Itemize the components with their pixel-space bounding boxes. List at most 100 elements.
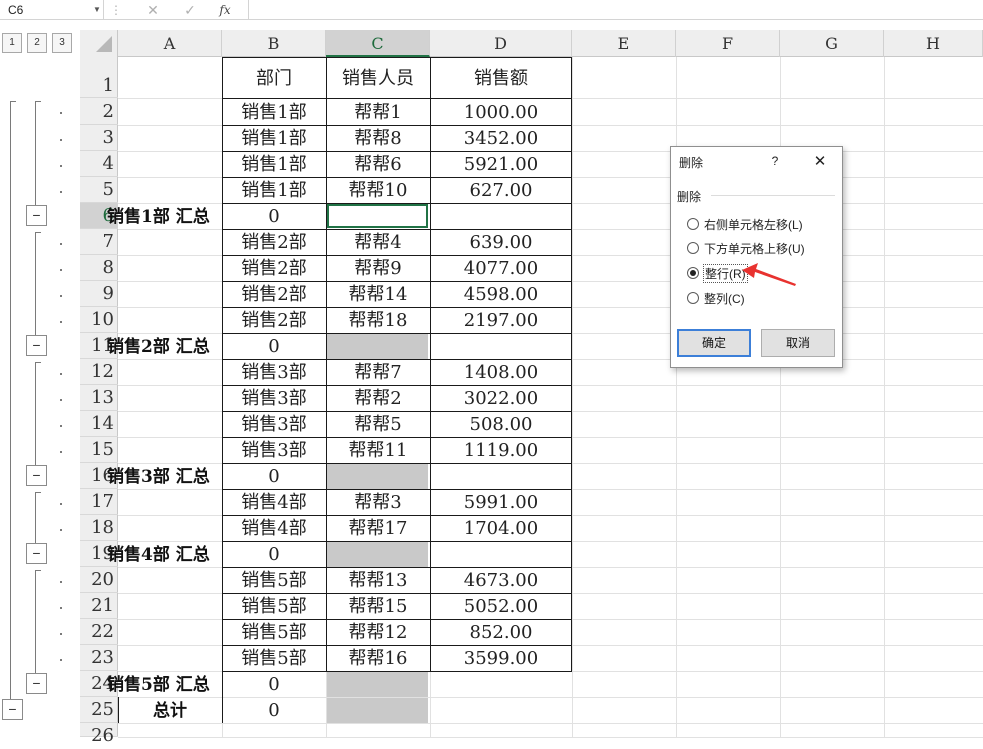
cell-c25[interactable]	[326, 697, 430, 723]
cell-b17[interactable]: 销售4部	[222, 489, 326, 515]
cell-d8[interactable]: 4077.00	[430, 255, 572, 281]
cell-c19[interactable]	[326, 541, 430, 567]
cell-b20[interactable]: 销售5部	[222, 567, 326, 593]
outline-level-2-button[interactable]: 2	[27, 33, 47, 53]
cell-b12[interactable]: 销售3部	[222, 359, 326, 385]
cell-b14[interactable]: 销售3部	[222, 411, 326, 437]
cell-c5[interactable]: 帮帮10	[326, 177, 430, 203]
cell-d10[interactable]: 2197.00	[430, 307, 572, 333]
cell-b3[interactable]: 销售1部	[222, 125, 326, 151]
cell-c13[interactable]: 帮帮2	[326, 385, 430, 411]
row-header-20[interactable]: 20	[80, 567, 118, 593]
cell-b15[interactable]: 销售3部	[222, 437, 326, 463]
cell-c7[interactable]: 帮帮4	[326, 229, 430, 255]
cell-c11[interactable]	[326, 333, 430, 359]
cell-c21[interactable]: 帮帮15	[326, 593, 430, 619]
cell-b9[interactable]: 销售2部	[222, 281, 326, 307]
grand-total-label[interactable]: 总计	[118, 697, 222, 723]
collapse-group-11-icon[interactable]: −	[26, 335, 47, 356]
subtotal-label[interactable]: 销售4部 汇总	[107, 541, 222, 567]
cell-c9[interactable]: 帮帮14	[326, 281, 430, 307]
cell-c22[interactable]: 帮帮12	[326, 619, 430, 645]
collapse-group-24-icon[interactable]: −	[26, 673, 47, 694]
cell-b2[interactable]: 销售1部	[222, 98, 326, 125]
column-header-g[interactable]: G	[780, 30, 884, 57]
cell-c16[interactable]	[326, 463, 430, 489]
cell-c2[interactable]: 帮帮1	[326, 98, 430, 125]
cell-d3[interactable]: 3452.00	[430, 125, 572, 151]
cell-b10[interactable]: 销售2部	[222, 307, 326, 333]
cell-c14[interactable]: 帮帮5	[326, 411, 430, 437]
row-header-14[interactable]: 14	[80, 411, 118, 437]
radio-entire-column[interactable]	[687, 292, 699, 304]
cell-d13[interactable]: 3022.00	[430, 385, 572, 411]
row-header-5[interactable]: 5	[80, 177, 118, 203]
cell-c15[interactable]: 帮帮11	[326, 437, 430, 463]
cell-d12[interactable]: 1408.00	[430, 359, 572, 385]
active-cell-c6[interactable]	[327, 204, 428, 228]
row-header-3[interactable]: 3	[80, 125, 118, 151]
cell-c1[interactable]: 销售人员	[326, 57, 430, 98]
cell-d18[interactable]: 1704.00	[430, 515, 572, 541]
row-header-7[interactable]: 7	[80, 229, 118, 255]
name-box-dropdown-icon[interactable]: ▼	[90, 0, 104, 20]
column-header-a[interactable]: A	[118, 30, 222, 57]
cell-d1[interactable]: 销售额	[430, 57, 572, 98]
cell-c8[interactable]: 帮帮9	[326, 255, 430, 281]
subtotal-label[interactable]: 销售1部 汇总	[107, 203, 222, 229]
column-header-d[interactable]: D	[430, 30, 572, 57]
row-header-13[interactable]: 13	[80, 385, 118, 411]
cell-c18[interactable]: 帮帮17	[326, 515, 430, 541]
cell-b11[interactable]: 0	[222, 333, 326, 359]
cell-b25[interactable]: 0	[222, 697, 326, 723]
collapse-all-icon[interactable]: −	[2, 699, 23, 720]
row-header-17[interactable]: 17	[80, 489, 118, 515]
cell-b7[interactable]: 销售2部	[222, 229, 326, 255]
row-header-2[interactable]: 2	[80, 98, 118, 125]
cell-b19[interactable]: 0	[222, 541, 326, 567]
column-header-c[interactable]: C	[326, 30, 430, 57]
subtotal-label[interactable]: 销售5部 汇总	[107, 671, 222, 697]
row-header-25[interactable]: 25	[80, 697, 118, 723]
cell-b23[interactable]: 销售5部	[222, 645, 326, 671]
cell-b18[interactable]: 销售4部	[222, 515, 326, 541]
cell-d23[interactable]: 3599.00	[430, 645, 572, 671]
cell-c17[interactable]: 帮帮3	[326, 489, 430, 515]
column-header-f[interactable]: F	[676, 30, 780, 57]
close-icon[interactable]: ✕	[811, 152, 829, 170]
outline-level-1-button[interactable]: 1	[2, 33, 22, 53]
collapse-group-19-icon[interactable]: −	[26, 543, 47, 564]
cell-c24[interactable]	[326, 671, 430, 697]
cell-b21[interactable]: 销售5部	[222, 593, 326, 619]
column-header-e[interactable]: E	[572, 30, 676, 57]
ok-button[interactable]: 确定	[677, 329, 751, 357]
name-box[interactable]: C6	[0, 0, 104, 20]
radio-shift-left-label[interactable]: 右侧单元格左移(L)	[704, 216, 803, 233]
collapse-group-16-icon[interactable]: −	[26, 465, 47, 486]
confirm-entry-icon[interactable]: ✓	[177, 0, 203, 20]
cell-d2[interactable]: 1000.00	[430, 98, 572, 125]
radio-shift-up[interactable]	[687, 242, 699, 254]
cell-d5[interactable]: 627.00	[430, 177, 572, 203]
column-header-b[interactable]: B	[222, 30, 326, 57]
cell-b8[interactable]: 销售2部	[222, 255, 326, 281]
cell-d24[interactable]	[430, 671, 572, 697]
row-header-4[interactable]: 4	[80, 151, 118, 177]
row-header-8[interactable]: 8	[80, 255, 118, 281]
cell-d17[interactable]: 5991.00	[430, 489, 572, 515]
cell-d6[interactable]	[430, 203, 572, 229]
cell-d22[interactable]: 852.00	[430, 619, 572, 645]
formula-input[interactable]	[248, 0, 983, 20]
row-header-1[interactable]: 1	[80, 57, 118, 98]
help-icon[interactable]: ?	[769, 154, 781, 168]
cell-c10[interactable]: 帮帮18	[326, 307, 430, 333]
cell-d25[interactable]	[430, 697, 572, 723]
cell-b5[interactable]: 销售1部	[222, 177, 326, 203]
cell-c3[interactable]: 帮帮8	[326, 125, 430, 151]
row-header-23[interactable]: 23	[80, 645, 118, 671]
radio-entire-row[interactable]	[687, 267, 699, 279]
column-header-h[interactable]: H	[884, 30, 983, 57]
cell-b22[interactable]: 销售5部	[222, 619, 326, 645]
cancel-entry-icon[interactable]: ✕	[140, 0, 166, 20]
row-header-26[interactable]: 26	[80, 723, 118, 746]
